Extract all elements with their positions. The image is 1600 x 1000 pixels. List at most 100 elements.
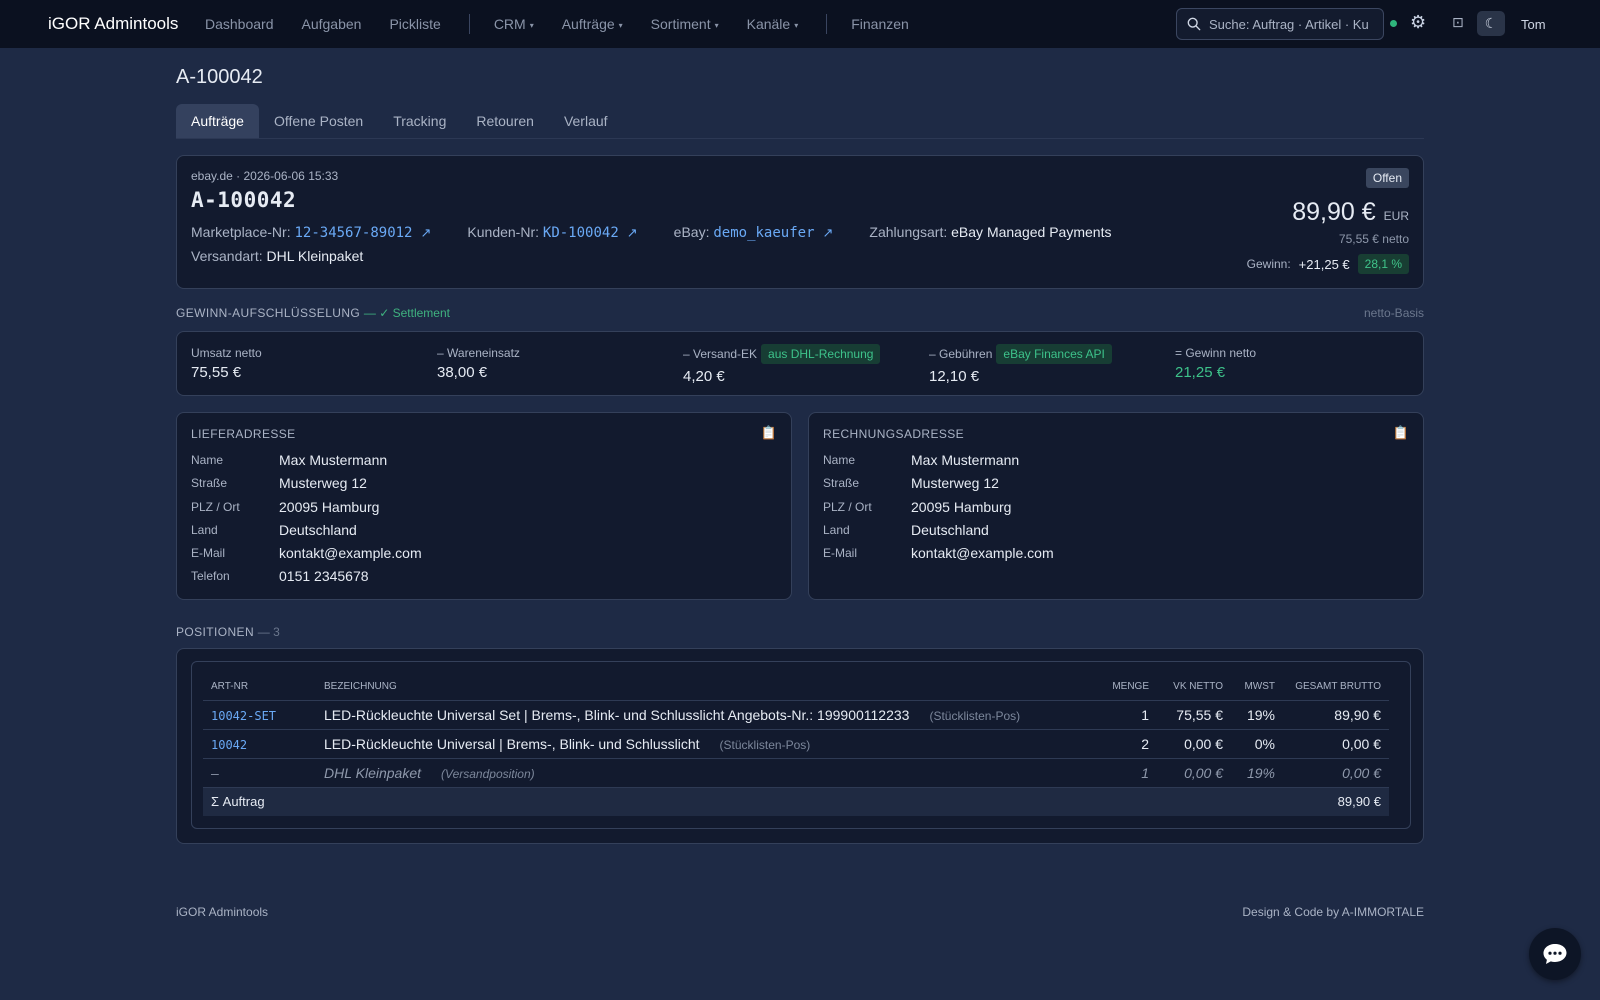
col-vk-netto[interactable]: VK NETTO [1157, 674, 1231, 701]
breakdown-shipping-cost: – Versand-EK aus DHL-Rechnung 4,20 € [683, 344, 881, 385]
chevron-down-icon: ▾ [529, 20, 534, 30]
breakdown-revenue: Umsatz netto 75,55 € [191, 346, 262, 381]
order-header-card: ebay.de · 2026-06-06 15:33 A-100042 Mark… [176, 155, 1424, 289]
order-currency: EUR [1383, 209, 1409, 223]
gear-icon[interactable]: ⚙ [1410, 12, 1426, 33]
col-art-nr[interactable]: ART-NR [203, 674, 316, 701]
tab-retouren[interactable]: Retouren [461, 104, 549, 138]
chat-button[interactable] [1529, 928, 1581, 980]
status-badge: Offen [1365, 168, 1409, 188]
tab-verlauf[interactable]: Verlauf [549, 104, 623, 138]
col-gesamt-brutto[interactable]: GESAMT BRUTTO [1283, 674, 1389, 701]
address-row: Land Deutschland [191, 522, 357, 538]
profit-breakdown-card: Umsatz netto 75,55 € – Wareneinsatz 38,0… [176, 331, 1424, 396]
status-indicator [1390, 20, 1397, 27]
order-total: 89,90 € EUR [1292, 198, 1409, 227]
nav-divider [826, 14, 828, 34]
payment-value: eBay Managed Payments [951, 224, 1112, 240]
billing-address-card: RECHNUNGSADRESSE 📋 Name Max Mustermann St… [808, 412, 1424, 600]
footer-brand: iGOR Admintools [176, 905, 269, 919]
footer-credit: Design & Code by A-IMMORTALE [1242, 905, 1424, 919]
table-header-row: ART-NR BEZEICHNUNG MENGE VK NETTO MWST G… [203, 674, 1389, 701]
positions-card: ART-NR BEZEICHNUNG MENGE VK NETTO MWST G… [176, 648, 1424, 844]
external-link-icon[interactable]: ↗ [421, 225, 432, 240]
item-mwst: 19% [1231, 700, 1283, 730]
item-vk: 0,00 € [1157, 758, 1231, 788]
table-row-shipping: – DHL Kleinpaket (Versandposition) 1 0,00… [203, 758, 1389, 788]
nav-crm-dropdown[interactable]: CRM ▾ [494, 16, 534, 32]
top-navigation: iGOR Admintools Dashboard Aufgaben Pickl… [0, 0, 1600, 48]
brand-logo[interactable]: iGOR Admintools [48, 14, 178, 34]
nav-sortiment-dropdown[interactable]: Sortiment ▾ [651, 16, 719, 32]
order-meta-row: Marketplace-Nr: 12-34567-89012 ↗ Kunden-N… [191, 224, 1147, 241]
chevron-down-icon: ▾ [794, 20, 799, 30]
table-row: 10042-SET LED-Rückleuchte Universal Set … [203, 700, 1389, 730]
marketplace-link[interactable]: 12-34567-89012 [294, 225, 412, 241]
sum-total: 89,90 € [1283, 787, 1389, 816]
chat-icon [1543, 944, 1567, 964]
breakdown-fees: – Gebühren eBay Finances API 12,10 € [929, 344, 1112, 385]
item-total: 0,00 € [1283, 758, 1389, 788]
item-note: (Stücklisten-Pos) [719, 737, 811, 752]
col-menge[interactable]: MENGE [1093, 674, 1157, 701]
tab-auftraege[interactable]: Aufträge [176, 104, 259, 138]
item-name: LED-Rückleuchte Universal Set | Brems-, … [324, 706, 910, 723]
moon-icon[interactable]: ☾ [1477, 11, 1505, 36]
customer-link[interactable]: KD-100042 [543, 225, 619, 241]
positions-table-wrapper: ART-NR BEZEICHNUNG MENGE VK NETTO MWST G… [191, 661, 1411, 829]
order-netto: 75,55 € netto [1338, 232, 1409, 246]
nav-pickliste[interactable]: Pickliste [389, 16, 440, 32]
item-note: (Versandposition) [441, 766, 535, 781]
shipping-address-title: LIEFERADRESSE [191, 427, 296, 441]
item-name: LED-Rückleuchte Universal | Brems-, Blin… [324, 735, 700, 752]
nav-auftraege-dropdown[interactable]: Aufträge ▾ [562, 16, 623, 32]
nav-finanzen[interactable]: Finanzen [851, 16, 909, 32]
article-link[interactable]: 10042 [211, 738, 247, 752]
col-mwst[interactable]: MWST [1231, 674, 1283, 701]
item-note: (Stücklisten-Pos) [929, 708, 1021, 723]
item-qty: 2 [1093, 729, 1157, 759]
item-qty: 1 [1093, 758, 1157, 788]
nav-aufgaben[interactable]: Aufgaben [302, 16, 362, 32]
table-row: 10042 LED-Rückleuchte Universal | Brems-… [203, 729, 1389, 759]
tab-offene-posten[interactable]: Offene Posten [259, 104, 378, 138]
order-profit-value: +21,25 € [1298, 256, 1350, 272]
address-row: Land Deutschland [823, 522, 989, 538]
positions-table: ART-NR BEZEICHNUNG MENGE VK NETTO MWST G… [203, 674, 1389, 816]
chevron-down-icon: ▾ [618, 20, 623, 30]
external-link-icon[interactable]: ↗ [823, 225, 834, 240]
address-row: E-Mail kontakt@example.com [823, 545, 1054, 561]
shipping-method-field: Versandart: DHL Kleinpaket [191, 248, 364, 264]
source-badge: eBay Finances API [996, 344, 1112, 364]
address-row: PLZ / Ort 20095 Hamburg [823, 499, 1012, 515]
item-total: 0,00 € [1283, 729, 1389, 759]
breakdown-net-profit: = Gewinn netto 21,25 € [1175, 346, 1257, 381]
tab-bar: Aufträge Offene Posten Tracking Retouren… [176, 104, 1424, 139]
nav-dashboard[interactable]: Dashboard [205, 16, 274, 32]
search-input[interactable] [1209, 16, 1369, 32]
item-name: DHL Kleinpaket [324, 764, 422, 781]
article-placeholder: – [211, 764, 219, 781]
layout-icon[interactable]: ⊡ [1452, 14, 1464, 31]
shipping-address-card: LIEFERADRESSE 📋 Name Max Mustermann Straß… [176, 412, 792, 600]
item-vk: 75,55 € [1157, 700, 1231, 730]
breakdown-basis: netto-Basis [1364, 306, 1425, 320]
customer-field: Kunden-Nr: KD-100042 ↗ [467, 224, 638, 241]
user-menu[interactable]: Tom [1521, 17, 1546, 32]
external-link-icon[interactable]: ↗ [627, 225, 638, 240]
article-link[interactable]: 10042-SET [211, 709, 276, 723]
search-box[interactable] [1176, 8, 1384, 40]
shipping-method-value: DHL Kleinpaket [266, 248, 364, 264]
tab-tracking[interactable]: Tracking [378, 104, 461, 138]
ebay-user-link[interactable]: demo_kaeufer [713, 225, 814, 241]
order-profit: Gewinn: +21,25 €28,1 % [1247, 254, 1409, 274]
breakdown-cogs: – Wareneinsatz 38,00 € [437, 346, 520, 381]
order-channel-date: ebay.de · 2026-06-06 15:33 [191, 169, 339, 183]
order-id: A-100042 [191, 188, 297, 212]
nav-kanaele-dropdown[interactable]: Kanäle ▾ [747, 16, 799, 32]
clipboard-icon[interactable]: 📋 [1393, 425, 1409, 441]
address-row: Telefon 0151 2345678 [191, 568, 369, 584]
col-bezeichnung[interactable]: BEZEICHNUNG [316, 674, 1093, 701]
source-badge: aus DHL-Rechnung [761, 344, 881, 364]
clipboard-icon[interactable]: 📋 [761, 425, 777, 441]
